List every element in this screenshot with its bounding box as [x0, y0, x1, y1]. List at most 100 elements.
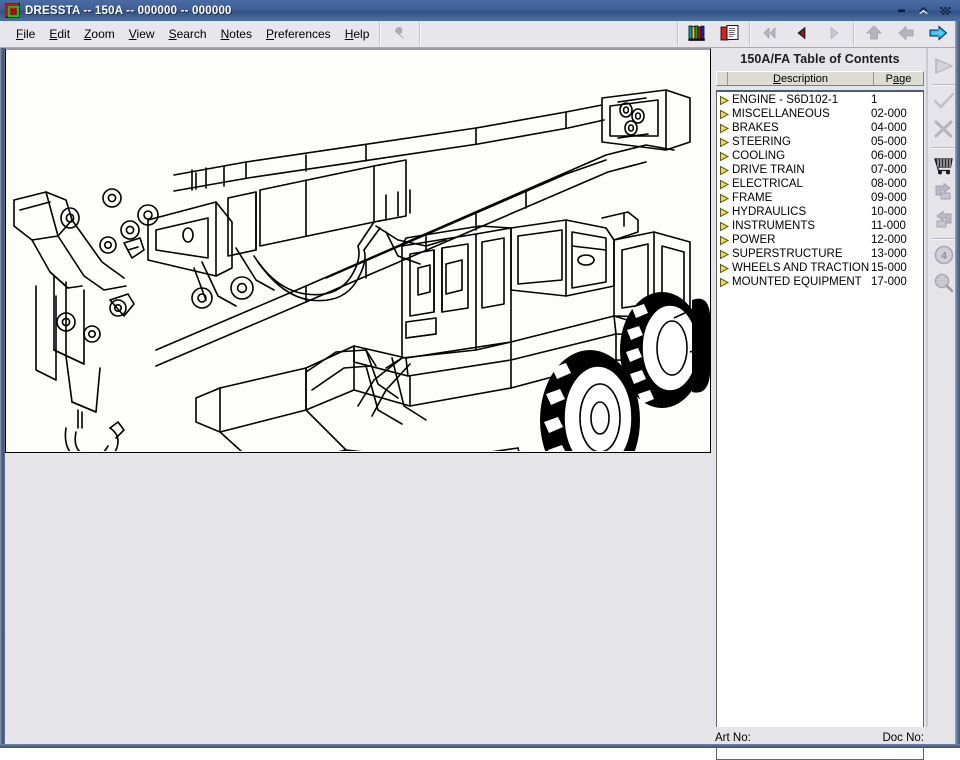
- illustration-viewer[interactable]: [5, 48, 711, 453]
- expand-triangle-icon[interactable]: [719, 137, 732, 148]
- library-books-button[interactable]: [682, 22, 714, 47]
- toc-row-description: WHEELS AND TRACTION: [732, 262, 870, 274]
- shopping-cart-button[interactable]: [930, 152, 958, 179]
- zoom-search-button[interactable]: [930, 271, 958, 298]
- toc-row[interactable]: INSTRUMENTS 11-000: [717, 219, 923, 233]
- expand-triangle-icon[interactable]: [719, 263, 732, 274]
- menu-divider-2: [419, 22, 422, 46]
- toc-row-page: 07-000: [871, 164, 907, 176]
- toc-column-description[interactable]: Description: [728, 72, 874, 85]
- toc-row-description: DRIVE TRAIN: [732, 164, 805, 176]
- toc-row[interactable]: WHEELS AND TRACTION 15-000: [717, 261, 923, 275]
- expand-triangle-icon[interactable]: [719, 249, 732, 260]
- toc-column-page[interactable]: Pa ge: [874, 72, 923, 85]
- circled-four-icon: 4: [932, 244, 956, 269]
- add-to-cart-button[interactable]: [930, 180, 958, 207]
- toc-row[interactable]: POWER 12-000: [717, 233, 923, 247]
- expand-triangle-icon[interactable]: [719, 193, 732, 204]
- minimize-button[interactable]: [895, 4, 908, 17]
- menu-item-edit[interactable]: Edit: [42, 24, 77, 45]
- menu-item-view[interactable]: View: [122, 24, 162, 45]
- go-back-button[interactable]: [890, 22, 922, 47]
- menu-divider-1: [379, 22, 382, 46]
- cart-remove-icon: [932, 209, 956, 234]
- menu-item-file[interactable]: File: [9, 24, 42, 45]
- title-bar: DRESSTA -- 150A -- 000000 -- 000000: [0, 0, 960, 21]
- art-no-label: Art No:: [715, 731, 751, 744]
- toc-row-description: STEERING: [732, 136, 791, 148]
- window-right-edge: [955, 21, 960, 748]
- expand-triangle-icon[interactable]: [719, 221, 732, 232]
- menu-items: File Edit Zoom View Search Notes Preferences He…: [0, 21, 376, 47]
- toc-column-blank[interactable]: [717, 72, 728, 85]
- expand-triangle-icon[interactable]: [719, 123, 732, 134]
- expand-triangle-icon[interactable]: [719, 151, 732, 162]
- go-up-button[interactable]: [858, 22, 890, 47]
- menu-item-preferences[interactable]: Preferences: [259, 24, 338, 45]
- toc-list[interactable]: ENGINE - S6D102-1 1 MISCELLANEOUS 02-000 BRA…: [716, 90, 924, 760]
- x-mark-icon: [932, 118, 956, 143]
- expand-triangle-icon[interactable]: [719, 95, 732, 106]
- vtoolbar-divider-1: [932, 84, 956, 86]
- expand-triangle-icon[interactable]: [719, 165, 732, 176]
- menu-item-notes[interactable]: Notes: [214, 24, 259, 45]
- menu-item-zoom[interactable]: Zoom: [77, 24, 122, 45]
- toc-row[interactable]: ELECTRICAL 08-000: [717, 177, 923, 191]
- maximize-button[interactable]: [917, 4, 930, 17]
- toc-row-description: BRAKES: [732, 122, 779, 134]
- table-of-contents-panel: 150A/FA Table of Contents Description Pa…: [712, 48, 928, 760]
- expand-triangle-icon[interactable]: [719, 277, 732, 288]
- toc-row-page: 11-000: [871, 220, 906, 232]
- menu-item-search[interactable]: Search: [162, 24, 214, 45]
- toc-row[interactable]: STEERING 05-000: [717, 135, 923, 149]
- next-page-button[interactable]: [818, 22, 850, 47]
- toc-row[interactable]: MISCELLANEOUS 02-000: [717, 107, 923, 121]
- right-triangle-icon: [825, 24, 843, 45]
- toc-row-description: ENGINE - S6D102-1: [732, 94, 839, 106]
- menu-item-help[interactable]: Help: [338, 24, 377, 45]
- pushpin-icon: [391, 24, 409, 45]
- toc-row[interactable]: HYDRAULICS 10-000: [717, 205, 923, 219]
- toc-row[interactable]: FRAME 09-000: [717, 191, 923, 205]
- doc-no-label: Doc No:: [882, 731, 924, 744]
- expand-triangle-icon[interactable]: [719, 207, 732, 218]
- toc-row-description: INSTRUMENTS: [732, 220, 816, 232]
- remove-from-cart-button[interactable]: [930, 208, 958, 235]
- viewer-empty-area: [5, 453, 711, 748]
- confirm-button[interactable]: [930, 89, 958, 116]
- toc-title: 150A/FA Table of Contents: [740, 52, 900, 66]
- menu-bar: File Edit Zoom View Search Notes Preferences He…: [0, 21, 960, 48]
- toc-row-page: 02-000: [871, 108, 907, 120]
- machine-line-drawing: [6, 50, 710, 451]
- expand-triangle-icon[interactable]: [719, 179, 732, 190]
- first-page-button[interactable]: [754, 22, 786, 47]
- go-forward-button[interactable]: [922, 22, 954, 47]
- document-book-button[interactable]: [714, 22, 746, 47]
- toc-row[interactable]: DRIVE TRAIN 07-000: [717, 163, 923, 177]
- toc-row-page: 17-000: [871, 276, 907, 288]
- expand-triangle-icon[interactable]: [719, 235, 732, 246]
- right-arrow-icon: [927, 23, 949, 46]
- toc-row[interactable]: MOUNTED EQUIPMENT 17-000: [717, 275, 923, 289]
- window-title: DRESSTA -- 150A -- 000000 -- 000000: [25, 4, 232, 17]
- double-left-arrow-icon: [761, 24, 779, 45]
- pushpin-button[interactable]: [384, 22, 416, 47]
- previous-page-button[interactable]: [786, 22, 818, 47]
- toc-row[interactable]: BRAKES 04-000: [717, 121, 923, 135]
- application-window: DRESSTA -- 150A -- 000000 -- 000000 File…: [0, 0, 960, 760]
- toolbar-divider-b: [749, 22, 751, 46]
- close-button[interactable]: [939, 4, 952, 17]
- toc-row-page: 10-000: [871, 206, 907, 218]
- cancel-button[interactable]: [930, 117, 958, 144]
- toc-row-page: 05-000: [871, 136, 907, 148]
- toc-row[interactable]: SUPERSTRUCTURE 13-000: [717, 247, 923, 261]
- toc-column-headers: Description Pa ge: [716, 71, 924, 86]
- menu-toolbar-right: [674, 21, 960, 47]
- send-order-button[interactable]: [930, 54, 958, 81]
- quantity-button[interactable]: 4: [930, 243, 958, 270]
- svg-text:4: 4: [941, 250, 947, 262]
- toc-row-page: 13-000: [871, 248, 907, 260]
- expand-triangle-icon[interactable]: [719, 109, 732, 120]
- toc-row[interactable]: ENGINE - S6D102-1 1: [717, 93, 923, 107]
- toc-row[interactable]: COOLING 06-000: [717, 149, 923, 163]
